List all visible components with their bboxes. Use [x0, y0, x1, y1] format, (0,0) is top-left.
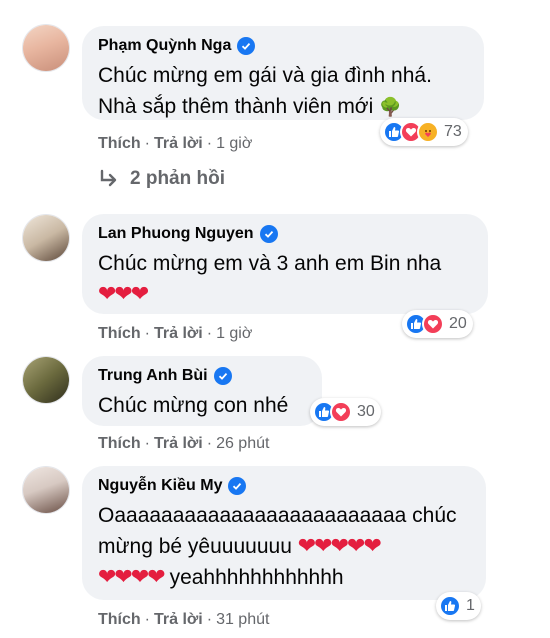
comment-actions: Thích · Trả lời · 1 giờ: [98, 135, 253, 152]
comment-text: Chúc mừng em và 3 anh em Bin nha ❤❤❤: [98, 248, 472, 310]
timestamp[interactable]: 31 phút: [216, 611, 269, 628]
timestamp[interactable]: 26 phút: [216, 435, 269, 452]
reply-button[interactable]: Trả lời: [154, 611, 203, 628]
reaction-summary[interactable]: 20: [402, 310, 473, 338]
author-name[interactable]: Phạm Quỳnh Nga: [98, 36, 231, 56]
reply-arrow-icon: [100, 169, 117, 187]
view-replies-link[interactable]: 2 phản hồi: [98, 168, 225, 190]
comment-actions: Thích · Trả lời · 26 phút: [98, 435, 270, 452]
care-reaction-icon: [417, 121, 439, 143]
like-button[interactable]: Thích: [98, 435, 141, 452]
comment-actions: Thích · Trả lời · 1 giờ: [98, 325, 253, 342]
verified-badge-icon: [228, 477, 247, 495]
comment-actions: Thích · Trả lời · 31 phút: [98, 611, 270, 628]
verified-badge-icon: [259, 225, 278, 243]
reaction-summary[interactable]: 73: [380, 118, 468, 146]
timestamp[interactable]: 1 giờ: [216, 325, 252, 342]
love-reaction-icon: [330, 401, 352, 423]
hearts-emoji: ❤❤❤❤: [98, 565, 166, 590]
reaction-count: 73: [444, 123, 462, 140]
hearts-emoji: ❤❤❤❤❤: [297, 534, 382, 559]
reply-button[interactable]: Trả lời: [154, 135, 203, 152]
like-button[interactable]: Thích: [98, 611, 141, 628]
reply-button[interactable]: Trả lời: [154, 325, 203, 342]
comment-bubble: Trung Anh Bùi Chúc mừng con nhé: [82, 356, 322, 426]
comment-bubble: Lan Phuong Nguyen Chúc mừng em và 3 anh …: [82, 214, 488, 314]
tree-icon: 🌳: [379, 97, 402, 118]
verified-badge-icon: [237, 37, 256, 55]
comment-bubble: Nguyễn Kiều My Oaaaaaaaaaaaaaaaaaaaaaaaa…: [82, 466, 486, 600]
love-reaction-icon: [422, 313, 444, 335]
reaction-count: 20: [449, 315, 467, 332]
comment-text: Chúc mừng con nhé: [98, 394, 289, 417]
reaction-count: 30: [357, 403, 375, 420]
author-name[interactable]: Nguyễn Kiều My: [98, 476, 222, 496]
reaction-summary[interactable]: 1: [436, 592, 481, 620]
comment-text: Oaaaaaaaaaaaaaaaaaaaaaaaaa chúc mừng bé …: [98, 504, 457, 590]
avatar[interactable]: [22, 466, 70, 514]
avatar[interactable]: [22, 356, 70, 404]
comment-text: Chúc mừng em gái và gia đình nhá. Nhà sắ…: [98, 64, 432, 118]
avatar[interactable]: [22, 24, 70, 72]
comment-bubble: Phạm Quỳnh Nga Chúc mừng em gái và gia đ…: [82, 26, 484, 120]
like-button[interactable]: Thích: [98, 325, 141, 342]
reaction-summary[interactable]: 30: [310, 398, 381, 426]
like-button[interactable]: Thích: [98, 135, 141, 152]
verified-badge-icon: [213, 367, 232, 385]
timestamp[interactable]: 1 giờ: [216, 135, 252, 152]
reply-button[interactable]: Trả lời: [154, 435, 203, 452]
hearts-emoji: ❤❤❤: [98, 282, 149, 307]
author-name[interactable]: Trung Anh Bùi: [98, 366, 208, 386]
author-name[interactable]: Lan Phuong Nguyen: [98, 224, 254, 244]
reaction-count: 1: [466, 597, 475, 614]
like-reaction-icon: [439, 595, 461, 617]
avatar[interactable]: [22, 214, 70, 262]
replies-label: 2 phản hồi: [130, 168, 225, 189]
